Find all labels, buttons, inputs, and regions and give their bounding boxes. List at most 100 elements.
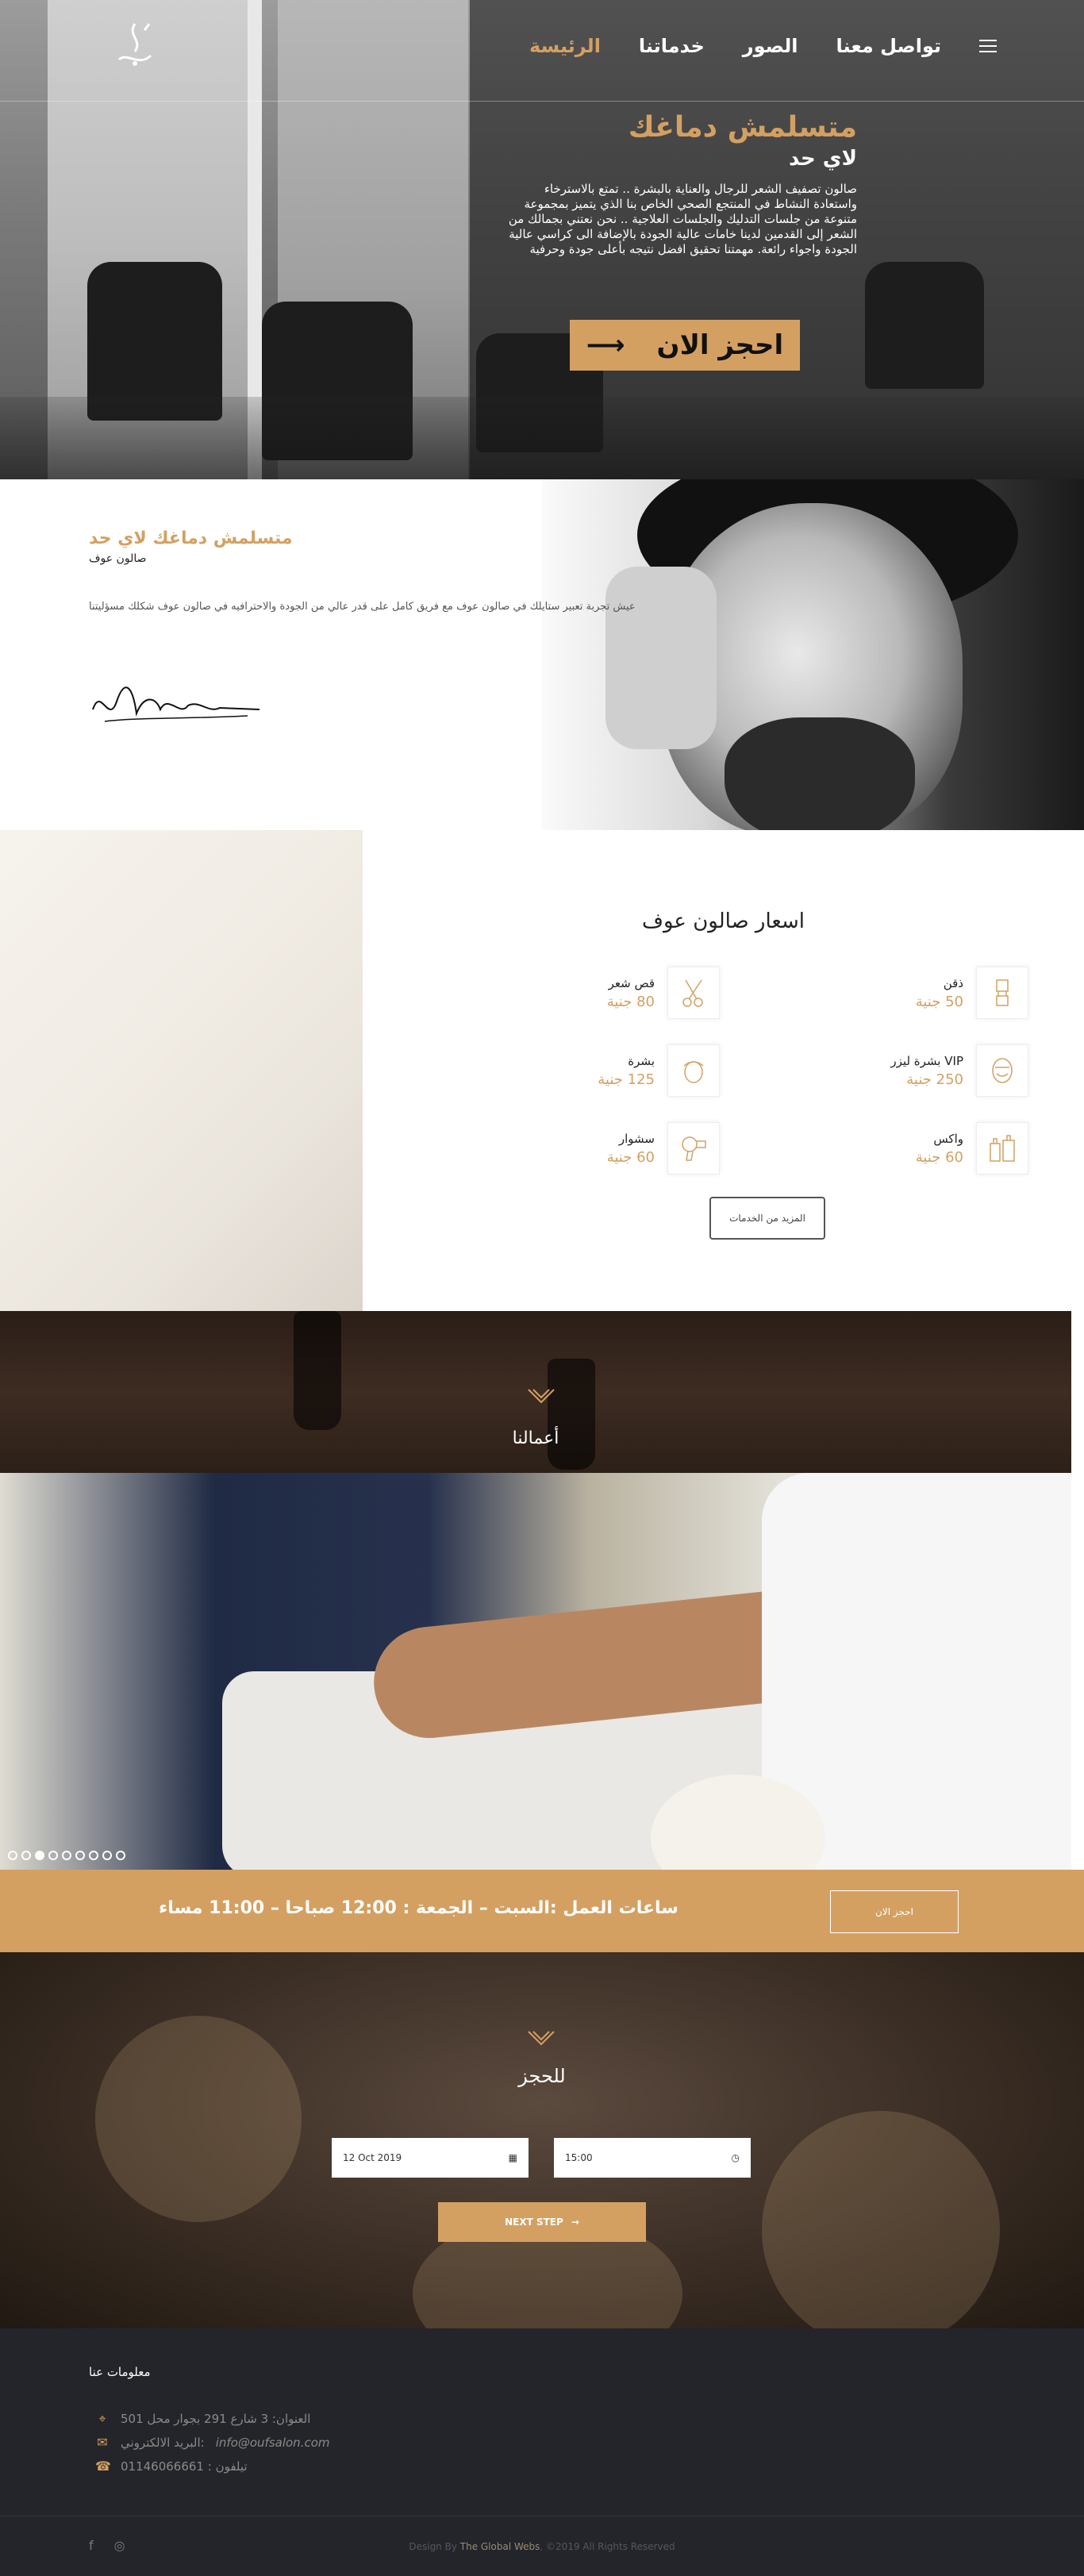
hero-chair	[865, 262, 984, 389]
service-price: 80 جنية	[606, 994, 655, 1010]
clock-icon[interactable]: ◷	[732, 2152, 740, 2163]
service-name: قص شعر	[608, 976, 655, 990]
slider-dot[interactable]	[48, 1851, 58, 1860]
next-step-button[interactable]: NEXT STEP →	[438, 2202, 646, 2242]
prices-photo-fade	[0, 830, 363, 1311]
works-header: أعمالنا	[0, 1311, 1071, 1473]
service-item: بشرة 125 جنية	[482, 1044, 720, 1100]
copyright: Design By The Global Webs, ©2019 All Rig…	[0, 2541, 1084, 2552]
opening-hours-text: ساعات العمل :السبت – الجمعة : 12:00 صباح…	[159, 1898, 678, 1918]
book-now-button[interactable]: احجز الان ⟶	[570, 320, 800, 371]
credit-brand-link[interactable]: The Global Webs	[460, 2541, 540, 2552]
hero-text-block: متسلمش دماغك لاي حد صالون تصفيف الشعر لل…	[508, 111, 857, 257]
more-services-button[interactable]: المزيد من الخدمات	[709, 1197, 825, 1240]
prices-photo	[0, 830, 363, 1311]
about-photo-beard	[725, 717, 915, 830]
envelope-icon: ✉	[97, 2435, 108, 2450]
service-item: سشوار 60 جنية	[482, 1122, 720, 1178]
about-photo	[542, 479, 1084, 830]
slider-dot[interactable]	[8, 1851, 17, 1860]
hours-book-button[interactable]: احجز الان	[830, 1890, 959, 1933]
about-title: متسلمش دماغك لاي حد	[89, 529, 293, 548]
time-field[interactable]: 15:00 ◷	[554, 2138, 751, 2178]
service-item: ذقن 50 جنية	[790, 967, 1028, 1022]
footer-address: ⌖ العنوان: 3 شارع 291 بجوار محل 501	[95, 2411, 310, 2427]
slider-dot-active[interactable]	[35, 1851, 44, 1860]
hair-dryer-icon	[667, 1122, 720, 1175]
slider-dot[interactable]	[89, 1851, 98, 1860]
service-price: 125 جنية	[598, 1071, 655, 1088]
bokeh-light	[95, 2016, 302, 2222]
booking-section: للحجز 12 Oct 2019 ▦ 15:00 ◷ NEXT STEP →	[0, 1952, 1084, 2328]
service-item: واكس 60 جنية	[790, 1122, 1028, 1178]
nav-item-gallery[interactable]: الصور	[743, 35, 798, 57]
book-now-label: احجز الان	[656, 329, 784, 361]
phone-text: تيلفون : 01146066661	[121, 2459, 248, 2474]
next-step-label: NEXT STEP	[505, 2217, 563, 2228]
footer: معلومات عنا ⌖ العنوان: 3 شارع 291 بجوار …	[0, 2328, 1084, 2576]
booking-title: للحجز	[518, 2065, 566, 2087]
email-link[interactable]: info@oufsalon.com	[216, 2436, 330, 2450]
service-name: VIP بشرة ليزر	[890, 1054, 963, 1068]
phone-icon: ☎	[95, 2459, 111, 2474]
nav-item-contact[interactable]: تواصل معنا	[836, 35, 941, 57]
slider-dot[interactable]	[21, 1851, 31, 1860]
about-photo-hand	[605, 567, 717, 749]
service-item: قص شعر 80 جنية	[482, 967, 720, 1022]
location-pin-icon: ⌖	[98, 2411, 106, 2426]
arrow-right-icon: ⟶	[586, 329, 625, 361]
calendar-icon[interactable]: ▦	[509, 2152, 517, 2163]
hamburger-icon[interactable]	[979, 40, 997, 52]
hero-title: متسلمش دماغك	[628, 111, 857, 144]
date-value: 12 Oct 2019	[343, 2152, 402, 2163]
hero-floor	[0, 397, 1084, 479]
email-label: البريد الالكتروني:	[121, 2435, 205, 2450]
header-divider	[0, 101, 1084, 102]
scissors-comb-icon	[667, 967, 720, 1019]
credit-suffix: , ©2019 All Rights Reserved	[540, 2541, 675, 2552]
address-text: العنوان: 3 شارع 291 بجوار محل 501	[121, 2412, 311, 2426]
slider-dots	[8, 1851, 125, 1860]
service-price: 250 جنية	[906, 1071, 963, 1088]
about-description: عيش تجربة تعبير ستايلك في صالون عوف مع ف…	[89, 601, 636, 613]
service-name: واكس	[933, 1132, 963, 1146]
prices-title: اسعار صالون عوف	[642, 909, 805, 933]
service-price: 60 جنية	[915, 1149, 963, 1166]
hero-section: تواصل معنا الصور خدماتنا الرئيسة متسلمش …	[0, 0, 1084, 479]
shaving-brush-icon	[976, 967, 1028, 1019]
footer-heading: معلومات عنا	[89, 2365, 151, 2379]
time-value: 15:00	[565, 2152, 593, 2163]
slider-dot[interactable]	[75, 1851, 85, 1860]
signature-icon	[92, 686, 260, 722]
slider-dot[interactable]	[62, 1851, 71, 1860]
service-price: 60 جنية	[606, 1149, 655, 1166]
slider-dot[interactable]	[116, 1851, 125, 1860]
works-title: أعمالنا	[512, 1428, 559, 1448]
footer-email: ✉ البريد الالكتروني: info@oufsalon.com	[95, 2435, 330, 2450]
prices-section: اسعار صالون عوف ذقن 50 جنية قص شعر 80 جن…	[0, 830, 1084, 1311]
hero-subtitle: لاي حد	[789, 147, 857, 171]
decor-bottle	[548, 1359, 595, 1470]
bokeh-light	[762, 2111, 1000, 2328]
service-name: ذقن	[943, 976, 963, 990]
date-field[interactable]: 12 Oct 2019 ▦	[332, 2138, 529, 2178]
face-mask-icon	[976, 1044, 1028, 1097]
logo-icon[interactable]	[103, 16, 167, 79]
decor-bottle	[294, 1311, 341, 1430]
wax-bottles-icon	[976, 1122, 1028, 1175]
nav-item-home[interactable]: الرئيسة	[529, 35, 601, 57]
about-subtitle: صالون عوف	[89, 552, 147, 565]
works-slide-image[interactable]	[0, 1473, 1071, 1870]
hero-description: صالون تصفيف الشعر للرجال والعناية بالبشر…	[508, 182, 857, 256]
credit-prefix: Design By	[409, 2541, 457, 2552]
face-towel-icon	[667, 1044, 720, 1097]
arrow-right-icon: →	[571, 2217, 579, 2228]
service-price: 50 جنية	[915, 994, 963, 1010]
nav-item-services[interactable]: خدماتنا	[639, 35, 705, 57]
slider-dot[interactable]	[102, 1851, 112, 1860]
service-name: سشوار	[618, 1132, 655, 1146]
service-name: بشرة	[628, 1054, 655, 1068]
about-section: متسلمش دماغك لاي حد صالون عوف عيش تجربة …	[0, 479, 1084, 830]
razor-emblem-icon	[528, 2031, 555, 2046]
main-nav: تواصل معنا الصور خدماتنا الرئيسة	[529, 35, 997, 57]
